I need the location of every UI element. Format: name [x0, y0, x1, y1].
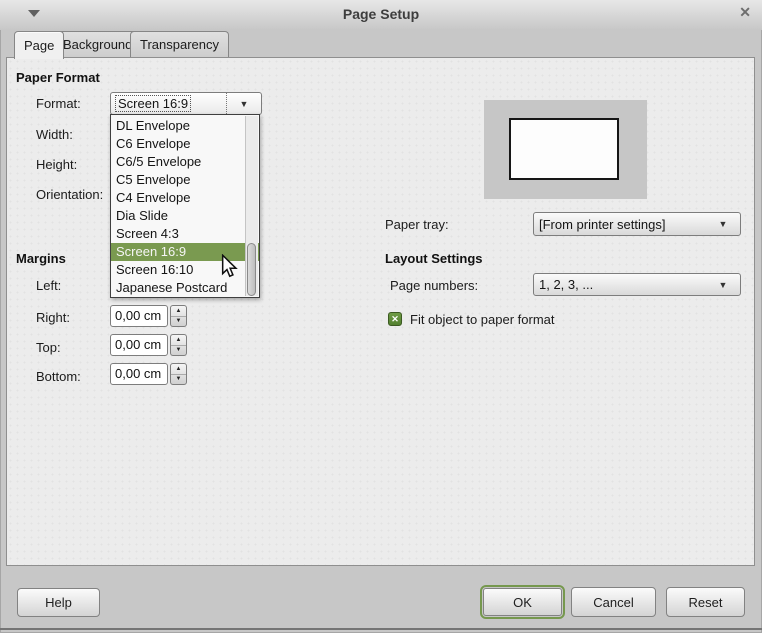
bottom-margin-stepper: 0,00 cm ▲ ▼	[110, 363, 187, 385]
help-button[interactable]: Help	[17, 588, 100, 617]
bottom-margin-label: Bottom:	[36, 369, 81, 384]
reset-button[interactable]: Reset	[666, 587, 745, 617]
format-combobox[interactable]: Screen 16:9 ▼	[110, 92, 262, 115]
right-margin-field[interactable]: 0,00 cm	[110, 305, 168, 327]
page-setup-dialog: Page Setup ✕ Page Background Transparenc…	[0, 0, 762, 633]
section-title-layout-settings: Layout Settings	[385, 251, 483, 266]
tab-page-label: Page	[24, 38, 55, 53]
paper-tray-label: Paper tray:	[385, 217, 449, 232]
fit-object-checkbox[interactable]: ✕	[388, 312, 402, 326]
dropdown-option[interactable]: Screen 4:3	[111, 225, 259, 243]
spin-up-icon[interactable]: ▲	[171, 306, 186, 317]
top-margin-stepper: 0,00 cm ▲ ▼	[110, 334, 187, 356]
mouse-cursor-icon	[220, 253, 238, 283]
page-numbers-select[interactable]: 1, 2, 3, ... ▼	[533, 273, 741, 296]
spin-down-icon[interactable]: ▼	[171, 375, 186, 385]
ok-button[interactable]: OK	[483, 588, 562, 616]
spin-up-icon[interactable]: ▲	[171, 335, 186, 346]
top-margin-field[interactable]: 0,00 cm	[110, 334, 168, 356]
paper-preview	[509, 118, 619, 180]
dropdown-scrollbar[interactable]	[245, 116, 258, 296]
cancel-button[interactable]: Cancel	[571, 587, 656, 617]
width-label: Width:	[36, 127, 73, 142]
dropdown-option[interactable]: C4 Envelope	[111, 189, 259, 207]
right-margin-label: Right:	[36, 310, 70, 325]
dropdown-scrollbar-thumb[interactable]	[247, 243, 256, 296]
format-combobox-dropdown-button[interactable]: ▼	[226, 93, 261, 114]
tab-transparency-label: Transparency	[140, 37, 219, 52]
window-title: Page Setup	[342, 6, 420, 22]
chevron-down-icon: ▼	[239, 98, 249, 109]
top-margin-spin-buttons: ▲ ▼	[170, 334, 187, 356]
section-title-paper-format: Paper Format	[16, 70, 100, 85]
format-label: Format:	[36, 96, 81, 111]
tab-background[interactable]: Background	[53, 31, 143, 57]
page-numbers-value: 1, 2, 3, ...	[539, 277, 594, 292]
right-margin-stepper: 0,00 cm ▲ ▼	[110, 305, 187, 327]
left-margin-label: Left:	[36, 278, 62, 293]
close-icon[interactable]: ✕	[739, 4, 751, 21]
bottom-margin-spin-buttons: ▲ ▼	[170, 363, 187, 385]
height-label: Height:	[36, 157, 78, 172]
spin-down-icon[interactable]: ▼	[171, 317, 186, 327]
page-numbers-label: Page numbers:	[390, 278, 479, 293]
paper-tray-select[interactable]: [From printer settings] ▼	[533, 212, 741, 236]
top-margin-label: Top:	[36, 340, 61, 355]
spin-up-icon[interactable]: ▲	[171, 364, 186, 375]
right-margin-spin-buttons: ▲ ▼	[170, 305, 187, 327]
tab-transparency[interactable]: Transparency	[130, 31, 229, 57]
orientation-label: Orientation:	[36, 187, 104, 202]
ok-button-focus-ring: OK	[480, 585, 565, 619]
spin-down-icon[interactable]: ▼	[171, 346, 186, 356]
chevron-down-icon: ▼	[718, 219, 728, 229]
bottom-margin-field[interactable]: 0,00 cm	[110, 363, 168, 385]
section-title-margins: Margins	[16, 251, 66, 266]
dropdown-option[interactable]: C5 Envelope	[111, 171, 259, 189]
dropdown-option[interactable]: Dia Slide	[111, 207, 259, 225]
window-bottom-edge	[0, 628, 762, 630]
tab-background-label: Background	[63, 37, 133, 52]
format-combobox-value: Screen 16:9	[114, 95, 192, 112]
paper-tray-value: [From printer settings]	[539, 216, 666, 232]
dropdown-option[interactable]: C6/5 Envelope	[111, 153, 259, 171]
format-combobox-value-wrap: Screen 16:9	[111, 93, 226, 114]
checkbox-check-icon: ✕	[391, 313, 399, 324]
tab-page[interactable]: Page	[14, 31, 65, 59]
chevron-down-icon: ▼	[718, 279, 728, 290]
titlebar: Page Setup ✕	[0, 0, 762, 30]
fit-object-label: Fit object to paper format	[410, 312, 555, 327]
dropdown-option[interactable]: DL Envelope	[111, 117, 259, 135]
dropdown-option[interactable]: C6 Envelope	[111, 135, 259, 153]
